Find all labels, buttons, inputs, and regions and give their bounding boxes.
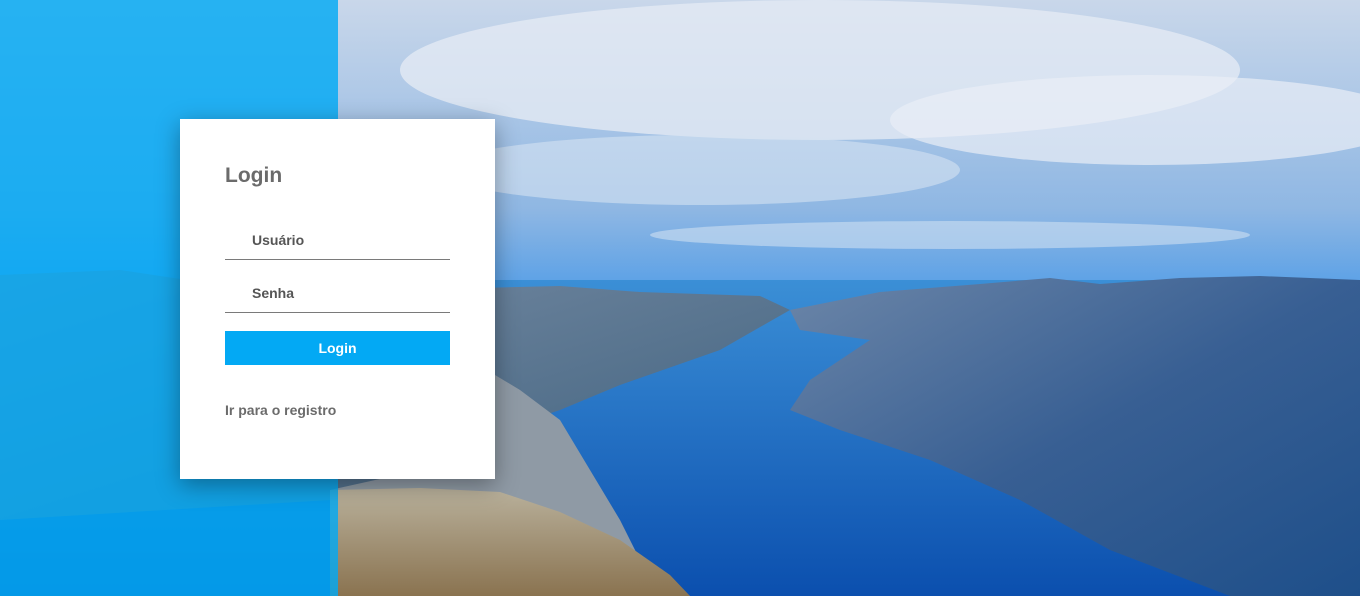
username-input[interactable] <box>225 223 450 257</box>
password-field-wrapper <box>225 276 450 313</box>
password-input[interactable] <box>225 276 450 310</box>
username-field-wrapper <box>225 223 450 260</box>
register-link[interactable]: Ir para o registro <box>225 402 336 418</box>
login-card: Login Login Ir para o registro <box>180 119 495 479</box>
login-page: Login Login Ir para o registro <box>0 0 1360 596</box>
login-button[interactable]: Login <box>225 331 450 365</box>
login-title: Login <box>225 164 283 187</box>
